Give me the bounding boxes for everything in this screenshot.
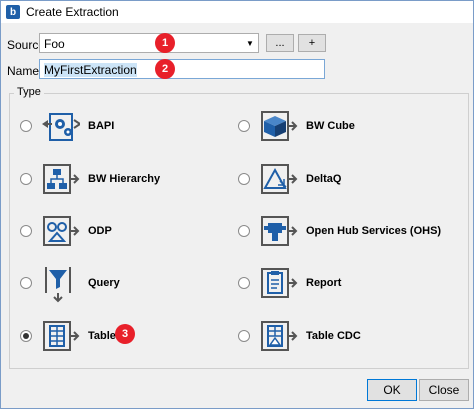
type-option-bapi[interactable]: BAPI <box>20 106 114 146</box>
option-label-bw-cube: BW Cube <box>306 120 355 132</box>
type-option-deltaq[interactable]: DeltaQ <box>238 159 341 199</box>
browse-source-button[interactable]: ... <box>266 34 294 52</box>
bapi-gears-icon <box>42 113 80 141</box>
callout-badge-2: 2 <box>155 59 175 79</box>
ok-button[interactable]: OK <box>367 379 417 401</box>
type-option-bw-hierarchy[interactable]: BW Hierarchy <box>20 159 160 199</box>
source-dropdown[interactable]: Foo ▼ <box>39 33 259 53</box>
name-value: MyFirstExtraction <box>44 63 137 77</box>
query-filter-icon <box>45 267 71 303</box>
option-label-bw-hierarchy: BW Hierarchy <box>88 173 161 185</box>
create-extraction-dialog: b Create Extraction Source Foo ▼ ... + N… <box>0 0 474 409</box>
option-label-odp: ODP <box>88 225 112 237</box>
name-label: Name <box>7 64 40 78</box>
type-groupbox: Type BAPI BW Cube BW Hierarchy DeltaQ OD… <box>9 86 469 369</box>
callout-badge-1: 1 <box>155 33 175 53</box>
odp-icon <box>43 216 80 246</box>
type-option-odp[interactable]: ODP <box>20 211 112 251</box>
chevron-down-icon[interactable]: ▼ <box>242 34 258 52</box>
type-option-open-hub[interactable]: Open Hub Services (OHS) <box>238 211 441 251</box>
title-bar: b Create Extraction <box>1 1 473 23</box>
callout-badge-3: 3 <box>115 324 135 344</box>
radio-deltaq[interactable] <box>238 173 250 185</box>
type-option-table[interactable]: Table <box>20 316 116 356</box>
bw-hierarchy-icon <box>43 164 80 194</box>
option-label-bapi: BAPI <box>88 120 115 132</box>
radio-odp[interactable] <box>20 225 32 237</box>
app-icon: b <box>6 5 20 19</box>
table-cdc-icon <box>261 321 298 351</box>
type-option-report[interactable]: Report <box>238 263 341 303</box>
name-field[interactable]: MyFirstExtraction <box>39 59 325 79</box>
table-icon <box>43 321 80 351</box>
radio-bw-cube[interactable] <box>238 120 250 132</box>
option-label-deltaq: DeltaQ <box>306 173 342 185</box>
option-label-open-hub: Open Hub Services (OHS) <box>306 225 442 237</box>
deltaq-icon <box>261 164 298 194</box>
radio-bw-hierarchy[interactable] <box>20 173 32 185</box>
radio-report[interactable] <box>238 277 250 289</box>
option-label-query: Query <box>88 277 120 289</box>
radio-table-cdc[interactable] <box>238 330 250 342</box>
option-label-report: Report <box>306 277 342 289</box>
radio-table[interactable] <box>20 330 32 342</box>
radio-bapi[interactable] <box>20 120 32 132</box>
type-option-bw-cube[interactable]: BW Cube <box>238 106 355 146</box>
window-title: Create Extraction <box>26 5 119 19</box>
add-source-button[interactable]: + <box>298 34 326 52</box>
report-icon <box>261 268 298 298</box>
source-value: Foo <box>44 37 65 51</box>
open-hub-icon <box>261 216 298 246</box>
option-label-table-cdc: Table CDC <box>306 330 361 342</box>
type-group-title: Type <box>14 86 44 98</box>
bw-cube-icon <box>261 111 298 141</box>
radio-open-hub[interactable] <box>238 225 250 237</box>
type-option-query[interactable]: Query <box>20 263 120 303</box>
option-label-table: Table <box>88 330 116 342</box>
type-option-table-cdc[interactable]: Table CDC <box>238 316 361 356</box>
close-button[interactable]: Close <box>419 379 469 401</box>
radio-query[interactable] <box>20 277 32 289</box>
